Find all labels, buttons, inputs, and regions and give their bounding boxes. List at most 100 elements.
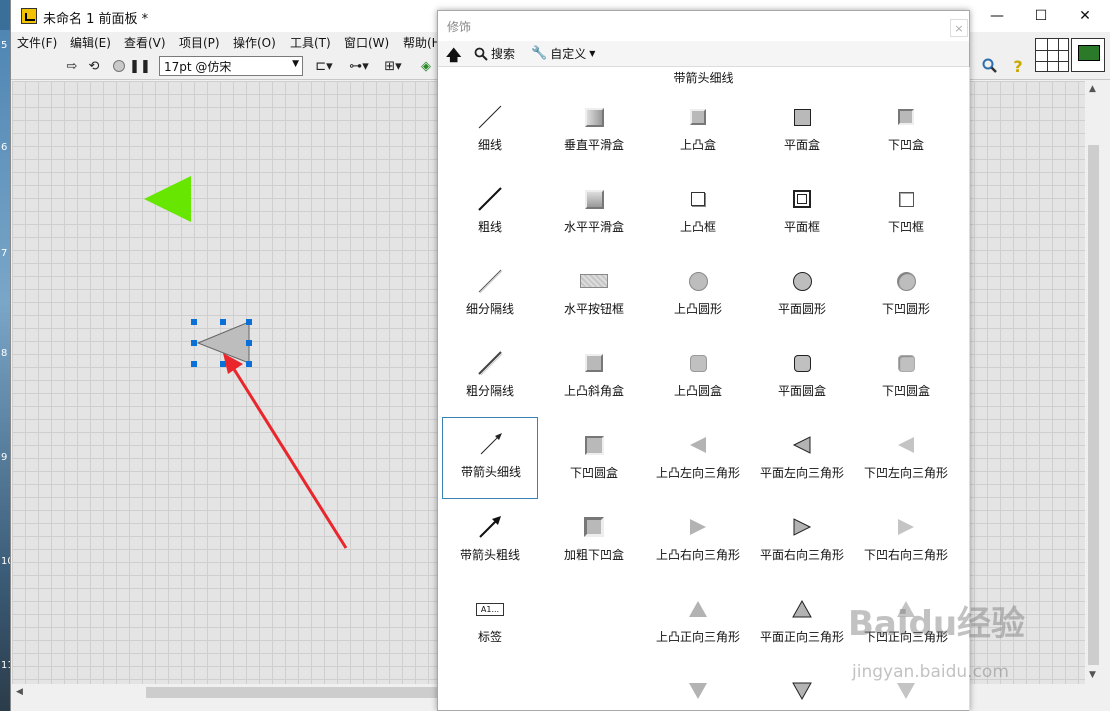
menu-edit[interactable]: 编辑(E) [70, 34, 111, 51]
recessed-frame-icon [858, 185, 954, 213]
watermark-url: jingyan.baidu.com [852, 662, 1009, 682]
vertical-smooth-box-icon [546, 103, 642, 131]
vi-icon[interactable] [1071, 38, 1105, 72]
palette-item-raised-rounded-box[interactable]: 上凸圆盒 [650, 337, 746, 419]
palette-item-horizontal-button-frame[interactable]: 水平按钮框 [546, 255, 642, 337]
palette-item-recessed-rounded-box-2[interactable]: 下凹圆盒 [546, 419, 642, 501]
palette-item-recessed-box[interactable]: 下凹盒 [858, 91, 954, 173]
scroll-down-icon[interactable]: ▼ [1089, 670, 1096, 680]
palette-item-recessed-circle[interactable]: 下凹圆形 [858, 255, 954, 337]
palette-item-label: 下凹盒 [887, 138, 924, 152]
connector-pane-icon[interactable] [1035, 38, 1069, 72]
palette-item-recessed-right-triangle[interactable]: 下凹右向三角形 [858, 501, 954, 583]
palette-item-flat-frame[interactable]: 平面框 [754, 173, 850, 255]
scroll-up-icon[interactable]: ▲ [1089, 84, 1096, 94]
pause-icon[interactable]: ❚❚ [129, 57, 151, 75]
palette-item-label: 上凸左向三角形 [655, 466, 740, 480]
palette-item-thick-arrow-line[interactable]: 带箭头粗线 [442, 501, 538, 583]
palette-item-raised-circle[interactable]: 上凸圆形 [650, 255, 746, 337]
up-arrow-icon[interactable]: 🡅 [446, 45, 461, 70]
thick-line-icon [442, 185, 538, 213]
desktop-digit: 8 [1, 348, 8, 359]
palette-item-recessed-frame[interactable]: 下凹框 [858, 173, 954, 255]
thin-arrow-line-icon [443, 430, 539, 458]
palette-item-thin-divider[interactable]: 细分隔线 [442, 255, 538, 337]
palette-item-recessed-left-triangle[interactable]: 下凹左向三角形 [858, 419, 954, 501]
palette-item-thick-divider[interactable]: 粗分隔线 [442, 337, 538, 419]
palette-item-raised-right-triangle[interactable]: 上凸右向三角形 [650, 501, 746, 583]
palette-toolbar: 🡅 搜索 🔧 自定义 ▼ [438, 41, 969, 67]
align-objects-icon[interactable]: ⊏▾ [311, 57, 337, 75]
close-button[interactable]: ✕ [1063, 0, 1107, 32]
watermark-brand: Baidu经验 [848, 604, 1026, 644]
palette-item-flat-box[interactable]: 平面盒 [754, 91, 850, 173]
palette-item-label: 垂直平滑盒 [563, 138, 624, 152]
flat-frame-icon [754, 185, 850, 213]
palette-item-label: 加粗下凹盒 [563, 548, 624, 562]
palette-item-label: 上凸斜角盒 [563, 384, 624, 398]
help-icon[interactable]: ? [1009, 57, 1027, 76]
recessed-box-icon [858, 103, 954, 131]
resize-objects-icon[interactable]: ⊞▾ [379, 57, 407, 75]
palette-item-thick-recessed-box[interactable]: 加粗下凹盒 [546, 501, 642, 583]
distribute-objects-icon[interactable]: ⊶▾ [345, 57, 373, 75]
horizontal-scroll-thumb[interactable] [146, 687, 446, 698]
palette-item-raised-frame[interactable]: 上凸框 [650, 173, 746, 255]
menu-window[interactable]: 窗口(W) [344, 34, 389, 51]
palette-search-button[interactable]: 搜索 [474, 45, 515, 62]
label-icon: A1... [442, 595, 538, 623]
minimize-button[interactable]: — [975, 0, 1019, 32]
menu-project[interactable]: 项目(P) [179, 34, 220, 51]
menu-tools[interactable]: 工具(T) [290, 34, 331, 51]
palette-item-label: 下凹圆盒 [569, 466, 618, 480]
recessed-left-triangle-icon [858, 431, 954, 459]
palette-item-recessed-rounded-box[interactable]: 下凹圆盒 [858, 337, 954, 419]
flat-up-triangle-icon [754, 595, 850, 623]
palette-item-label: 细分隔线 [465, 302, 514, 316]
palette-item-vertical-smooth-box[interactable]: 垂直平滑盒 [546, 91, 642, 173]
palette-item-flat-rounded-box[interactable]: 平面圆盒 [754, 337, 850, 419]
palette-hover-label: 带箭头细线 [673, 71, 734, 85]
palette-customize-label: 自定义 [550, 47, 587, 61]
vertical-scrollbar[interactable]: ▲ ▼ [1085, 81, 1102, 684]
run-continuously-icon[interactable]: ⟲ [85, 57, 103, 75]
palette-item-thick-line[interactable]: 粗线 [442, 173, 538, 255]
reorder-icon[interactable]: ◈ [417, 57, 435, 75]
menu-file[interactable]: 文件(F) [17, 34, 57, 51]
green-left-triangle [144, 176, 191, 222]
palette-customize-button[interactable]: 🔧 自定义 ▼ [531, 45, 595, 62]
palette-item-horizontal-smooth-box[interactable]: 水平平滑盒 [546, 173, 642, 255]
palette-item-raised-up-triangle[interactable]: 上凸正向三角形 [650, 583, 746, 665]
font-select[interactable]: 17pt @仿宋 ▼ [159, 56, 303, 76]
palette-item-flat-circle[interactable]: 平面圆形 [754, 255, 850, 337]
palette-item-flat-up-triangle[interactable]: 平面正向三角形 [754, 583, 850, 665]
thin-line-icon [442, 103, 538, 131]
palette-item-label: 水平按钮框 [563, 302, 624, 316]
palette-item-thin-line[interactable]: 细线 [442, 91, 538, 173]
palette-item-label-tool[interactable]: A1... 标签 [442, 583, 538, 665]
scroll-left-icon[interactable]: ◀ [16, 687, 23, 697]
raised-bevel-box-icon [546, 349, 642, 377]
abort-icon[interactable] [111, 57, 127, 75]
palette-item-raised-box[interactable]: 上凸盒 [650, 91, 746, 173]
window-title: 未命名 1 前面板 * [43, 12, 149, 27]
palette-item-flat-right-triangle[interactable]: 平面右向三角形 [754, 501, 850, 583]
run-arrow-icon[interactable]: ⇨ [65, 57, 79, 75]
maximize-button[interactable]: ☐ [1019, 0, 1063, 32]
palette-close-icon[interactable]: × [950, 19, 968, 37]
palette-item-raised-bevel-box[interactable]: 上凸斜角盒 [546, 337, 642, 419]
raised-right-triangle-icon [650, 513, 746, 541]
menu-operate[interactable]: 操作(O) [233, 34, 276, 51]
palette-item-thin-arrow-line[interactable]: 带箭头细线 [442, 417, 538, 499]
search-icon[interactable] [981, 57, 999, 75]
palette-title-bar[interactable]: 修饰 × [438, 11, 969, 41]
menu-view[interactable]: 查看(V) [124, 34, 166, 51]
raised-rounded-box-icon [650, 349, 746, 377]
palette-item-flat-down-triangle[interactable] [754, 665, 850, 705]
raised-up-triangle-icon [650, 595, 746, 623]
palette-item-raised-down-triangle[interactable] [650, 665, 746, 705]
palette-item-label: 标签 [477, 630, 502, 644]
palette-item-flat-left-triangle[interactable]: 平面左向三角形 [754, 419, 850, 501]
palette-item-raised-left-triangle[interactable]: 上凸左向三角形 [650, 419, 746, 501]
vertical-scroll-thumb[interactable] [1088, 145, 1099, 665]
